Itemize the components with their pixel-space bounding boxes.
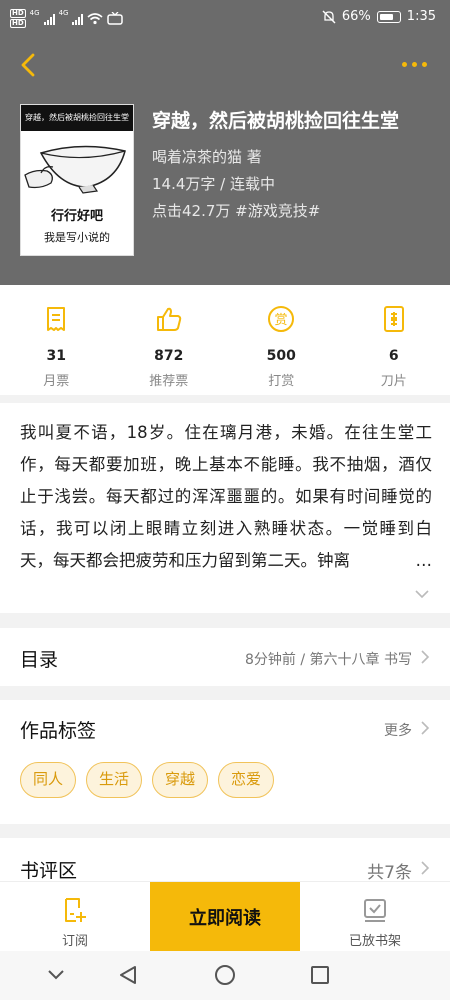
tag-chip[interactable]: 生活 — [86, 762, 143, 798]
chevron-right-icon — [421, 650, 430, 664]
hd-badges: HD HD — [10, 9, 26, 28]
bottom-action-bar: 订阅 立即阅读 已放书架 — [0, 881, 450, 952]
reviews-row[interactable]: 书评区 共7条 — [0, 838, 450, 883]
stat-value: 872 — [154, 348, 184, 364]
more-button[interactable] — [402, 54, 432, 74]
tags-more[interactable]: 更多 — [384, 720, 412, 740]
toc-row[interactable]: 目录 8分钟前 / 第六十八章 书写 — [0, 628, 450, 686]
more-dots-icon — [402, 61, 407, 67]
tv-icon — [107, 12, 124, 25]
stat-value: 500 — [266, 348, 296, 364]
chevron-right-icon — [421, 721, 430, 735]
subscribe-label: 订阅 — [61, 934, 88, 949]
stat-monthly-ticket[interactable]: 31 月票 — [0, 285, 113, 395]
tag-chip[interactable]: 恋爱 — [218, 762, 275, 798]
status-left: HD HD 4G 4G — [10, 9, 124, 28]
book-word-count: 14.4万字 / 连载中 — [152, 175, 275, 193]
stat-label: 月票 — [43, 374, 70, 389]
tag-chip[interactable]: 穿越 — [152, 762, 209, 798]
cover-line-2: 我是写小说的 — [44, 231, 110, 244]
hd-badge: HD — [10, 19, 26, 28]
reward-coin-icon: 赏 — [268, 306, 295, 332]
network-type: 4G — [29, 9, 40, 17]
stat-label: 打赏 — [268, 374, 295, 389]
toc-title: 目录 — [20, 649, 59, 671]
back-arrow-icon — [21, 53, 35, 77]
hide-keyboard-chevron-icon[interactable] — [47, 969, 65, 981]
signal-icon — [72, 13, 84, 25]
reviews-title: 书评区 — [20, 860, 78, 882]
wifi-icon — [87, 12, 103, 24]
stat-label: 刀片 — [380, 374, 407, 389]
on-shelf-button[interactable]: 已放书架 — [300, 882, 450, 952]
book-cover[interactable]: 穿越，然后被胡桃捡回往生堂 行行好吧 我是写小说的 — [20, 104, 134, 256]
book-clicks-category: 点击42.7万 #游戏竞技# — [152, 202, 321, 220]
status-right: 66% 1:35 — [322, 9, 436, 24]
stat-recommend[interactable]: 872 推荐票 — [113, 285, 226, 395]
book-title: 穿越，然后被胡桃捡回往生堂 — [152, 110, 400, 132]
blade-icon — [383, 306, 404, 332]
cover-line-1: 行行好吧 — [50, 209, 103, 224]
network-type: 4G — [58, 9, 69, 17]
subscribe-button[interactable]: 订阅 — [0, 882, 150, 952]
mute-icon — [322, 10, 336, 23]
battery-icon — [376, 10, 401, 23]
subscribe-icon — [65, 898, 86, 922]
thumbs-up-icon — [156, 307, 181, 331]
read-now-button[interactable]: 立即阅读 — [150, 882, 300, 952]
cover-band-text: 穿越，然后被胡桃捡回往生堂 — [21, 105, 133, 131]
signal-icon — [43, 13, 55, 25]
stat-value: 6 — [388, 348, 399, 364]
tag-chip[interactable]: 同人 — [20, 762, 77, 798]
stat-value: 31 — [46, 348, 66, 364]
nav-recents-icon[interactable] — [310, 965, 330, 985]
status-bar: HD HD 4G 4G 66% 1:35 — [0, 0, 450, 36]
tags-row[interactable]: 作品标签 更多 — [0, 700, 450, 762]
cover-bowl-illustration — [21, 131, 133, 201]
tags-list: 同人 生活 穿越 恋爱 — [0, 762, 450, 824]
expand-chevron-icon[interactable] — [414, 588, 430, 600]
nav-home-icon[interactable] — [214, 964, 236, 986]
stat-label: 推荐票 — [149, 374, 189, 389]
ticket-icon — [47, 307, 66, 331]
intro-text: 我叫夏不语，18岁。住在璃月港，未婚。在往生堂工作，每天都要加班，晚上基本不能睡… — [20, 417, 432, 577]
stat-blade[interactable]: 6 刀片 — [338, 285, 450, 395]
clock: 1:35 — [406, 9, 436, 24]
chevron-right-icon — [421, 861, 430, 875]
bookshelf-check-icon — [364, 899, 386, 922]
toc-latest-chapter: 8分钟前 / 第六十八章 书写 — [245, 652, 412, 668]
hd-badge: HD — [10, 9, 26, 18]
back-button[interactable] — [14, 50, 44, 80]
book-intro[interactable]: 我叫夏不语，18岁。住在璃月港，未婚。在往生堂工作，每天都要加班，晚上基本不能睡… — [0, 403, 450, 613]
stats-bar: 31 月票 872 推荐票 赏 500 打赏 6 刀片 — [0, 285, 450, 395]
nav-back-icon[interactable] — [117, 964, 139, 986]
reviews-count: 共7条 — [367, 863, 412, 883]
on-shelf-label: 已放书架 — [348, 934, 401, 949]
svg-text:赏: 赏 — [275, 313, 288, 328]
book-header: 穿越，然后被胡桃捡回往生堂 行行好吧 我是写小说的 穿越，然后被胡桃捡回往生堂 … — [0, 36, 450, 285]
book-author[interactable]: 喝着凉茶的猫 著 — [152, 146, 262, 167]
system-nav-bar — [0, 951, 450, 1000]
battery-percent: 66% — [341, 9, 371, 24]
tags-title: 作品标签 — [20, 720, 97, 742]
stat-reward[interactable]: 赏 500 打赏 — [225, 285, 338, 395]
